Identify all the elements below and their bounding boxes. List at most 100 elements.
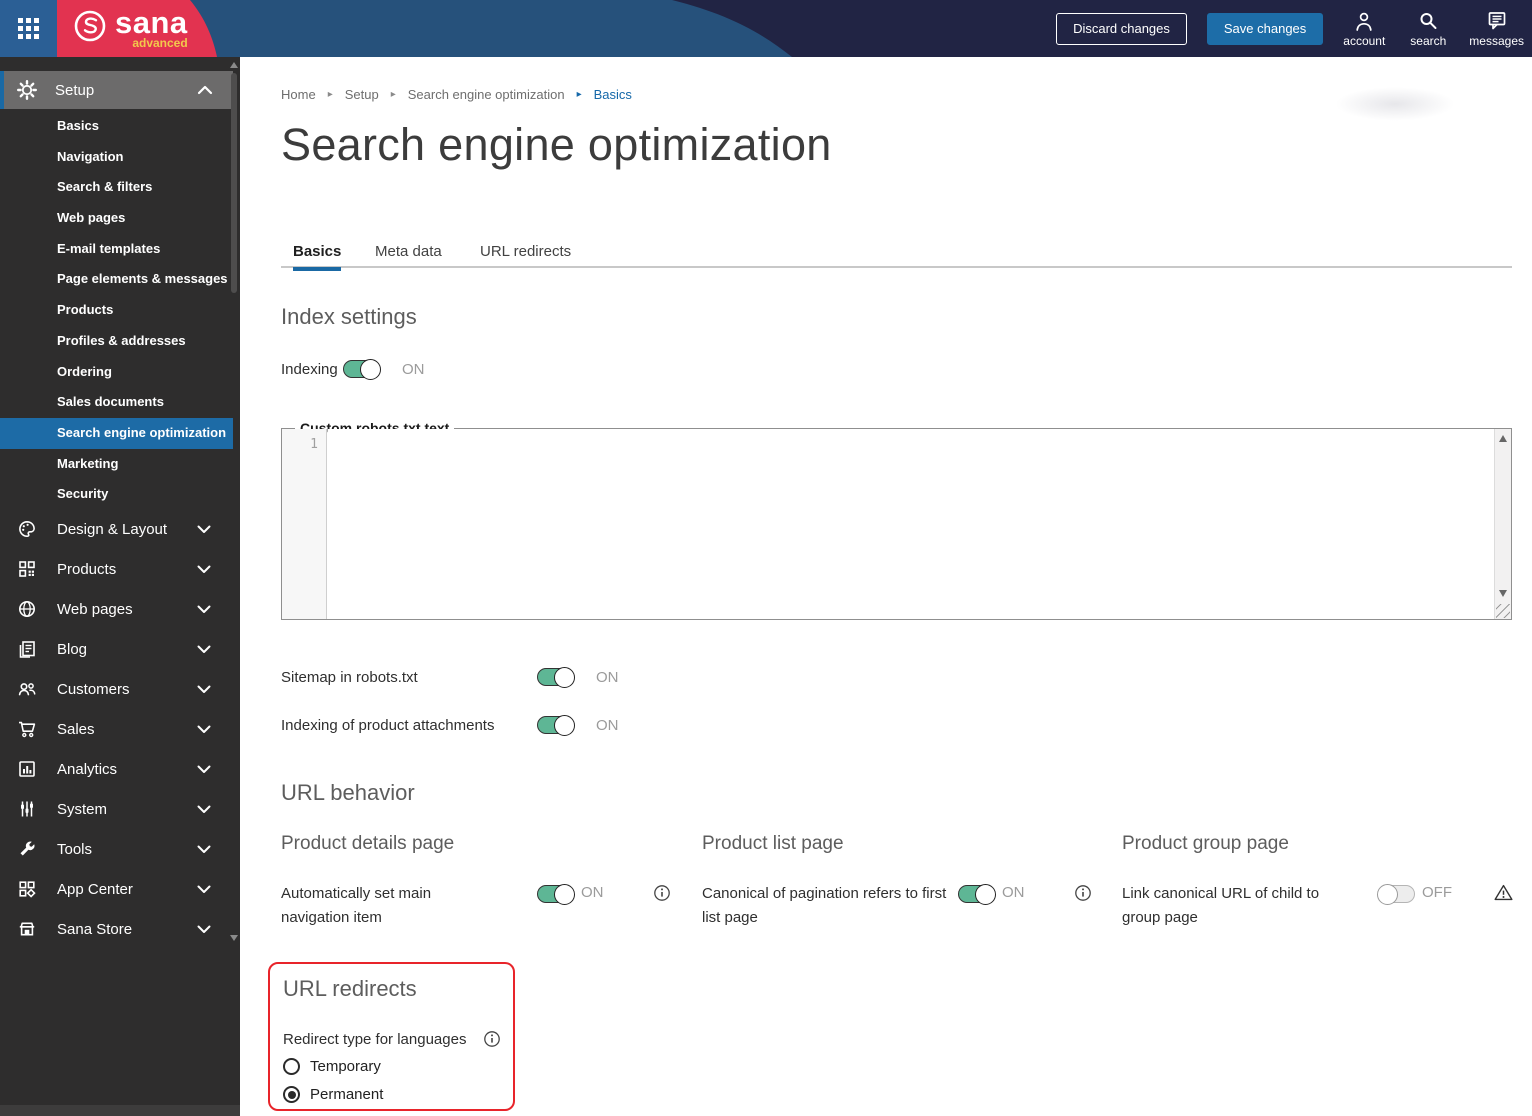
sidebar-horizontal-scrollbar[interactable] [0, 1105, 240, 1116]
messages-label: messages [1469, 33, 1524, 48]
sidebar-section-label: Web pages [57, 600, 133, 618]
link-canonical-toggle[interactable] [1377, 883, 1415, 905]
info-icon[interactable] [1074, 884, 1092, 902]
breadcrumb-separator-icon: ▸ [327, 89, 333, 100]
breadcrumb-basics[interactable]: Basics [594, 87, 632, 102]
toggle-knob [360, 358, 381, 380]
account-button[interactable]: account [1341, 10, 1387, 48]
sidebar-item-profiles-addresses[interactable]: Profiles & addresses [0, 326, 233, 357]
sidebar-section-analytics[interactable]: Analytics [0, 749, 233, 789]
search-button[interactable]: search [1405, 10, 1451, 48]
breadcrumb-seo[interactable]: Search engine optimization [408, 87, 565, 102]
sidebar-section-products[interactable]: Products [0, 549, 233, 589]
chevron-down-icon [197, 565, 211, 573]
radio-button-checked-icon [283, 1086, 300, 1103]
sidebar-item-sales-documents[interactable]: Sales documents [0, 387, 233, 418]
sidebar-item-navigation[interactable]: Navigation [0, 142, 233, 173]
sidebar-section-sana-store[interactable]: Sana Store [0, 909, 233, 949]
attachments-toggle[interactable] [537, 714, 575, 736]
sidebar-item-search-filters[interactable]: Search & filters [0, 172, 233, 203]
chevron-down-icon [197, 845, 211, 853]
sidebar-section-setup[interactable]: Setup [0, 71, 233, 109]
brand-name: sana [115, 5, 188, 40]
sidebar-section-app-center[interactable]: App Center [0, 869, 233, 909]
setting-state: OFF [1422, 884, 1452, 901]
sidebar-item-web-pages[interactable]: Web pages [0, 203, 233, 234]
setting-state: ON [581, 884, 604, 901]
sidebar-item-email-templates[interactable]: E-mail templates [0, 234, 233, 265]
discard-changes-button[interactable]: Discard changes [1056, 12, 1187, 45]
sidebar-section-web-pages[interactable]: Web pages [0, 589, 233, 629]
sidebar-section-label: Tools [57, 840, 93, 858]
sidebar-section-blog[interactable]: Blog [0, 629, 233, 669]
main-content: Home ▸ Setup ▸ Search engine optimizatio… [240, 57, 1532, 1116]
warning-icon[interactable] [1494, 884, 1513, 901]
line-number-gutter: 1 [282, 429, 327, 619]
sidebar-item-products[interactable]: Products [0, 295, 233, 326]
radio-label: Temporary [310, 1058, 381, 1075]
toggle-hover-shadow [1335, 87, 1455, 121]
setting-label: Canonical of pagination refers to first … [702, 885, 947, 926]
indexing-setting-row: Indexing ON [281, 358, 425, 380]
account-label: account [1343, 33, 1386, 48]
radio-permanent[interactable]: Permanent [283, 1086, 383, 1103]
blog-icon [17, 639, 37, 659]
breadcrumb-separator-icon: ▸ [576, 89, 582, 100]
sidebar-section-design-layout[interactable]: Design & Layout [0, 509, 233, 549]
sidebar-item-ordering[interactable]: Ordering [0, 357, 233, 388]
redirect-type-label: Redirect type for languages [283, 1030, 467, 1048]
sidebar-scrollbar-thumb[interactable] [231, 73, 237, 293]
toggle-knob [1377, 883, 1398, 905]
breadcrumb-setup[interactable]: Setup [345, 87, 379, 102]
app-center-icon [17, 879, 37, 899]
store-icon [17, 919, 37, 939]
messages-button[interactable]: messages [1469, 10, 1524, 48]
resize-grip-icon[interactable] [1496, 604, 1510, 618]
breadcrumb: Home ▸ Setup ▸ Search engine optimizatio… [281, 87, 632, 102]
chevron-down-icon [197, 645, 211, 653]
index-settings-heading: Index settings [281, 304, 417, 329]
auto-main-nav-setting: Automatically set main navigation item O… [281, 882, 701, 932]
sidebar-item-security[interactable]: Security [0, 479, 233, 510]
attachments-state: ON [596, 716, 619, 734]
chevron-down-icon [197, 765, 211, 773]
scrollbar-up-icon[interactable] [1499, 435, 1507, 442]
canonical-pagination-toggle[interactable] [958, 883, 996, 905]
sidebar-item-search-engine-optimization[interactable]: Search engine optimization [0, 417, 233, 449]
messages-icon [1488, 11, 1505, 29]
toggle-knob [554, 714, 575, 736]
radio-temporary[interactable]: Temporary [283, 1058, 381, 1075]
gear-icon [17, 80, 37, 100]
sidebar-item-marketing[interactable]: Marketing [0, 449, 233, 480]
sidebar-setup-label: Setup [55, 81, 95, 99]
chevron-down-icon [197, 685, 211, 693]
tab-url-redirects[interactable]: URL redirects [480, 243, 571, 267]
page-title: Search engine optimization [281, 119, 832, 170]
sidebar-section-tools[interactable]: Tools [0, 829, 233, 869]
indexing-toggle[interactable] [343, 358, 381, 380]
sidebar-item-page-elements[interactable]: Page elements & messages [0, 264, 233, 295]
editor-scrollbar[interactable] [1494, 429, 1511, 619]
sidebar-section-system[interactable]: System [0, 789, 233, 829]
breadcrumb-home[interactable]: Home [281, 87, 316, 102]
sidebar-scrollbar-down-icon[interactable] [230, 935, 238, 941]
tab-bar-divider [281, 266, 1512, 268]
sidebar-scrollbar-up-icon[interactable] [230, 62, 238, 68]
top-bar: sana advanced Discard changes Save chang… [0, 0, 1532, 57]
scrollbar-down-icon[interactable] [1499, 590, 1507, 597]
sidebar-item-basics[interactable]: Basics [0, 111, 233, 142]
tab-meta-data[interactable]: Meta data [375, 243, 442, 267]
info-icon[interactable] [483, 1030, 501, 1048]
app-launcher-button[interactable] [0, 0, 57, 57]
auto-main-nav-toggle[interactable] [537, 883, 575, 905]
sitemap-toggle[interactable] [537, 666, 575, 688]
tab-basics[interactable]: Basics [293, 243, 342, 271]
info-icon[interactable] [653, 884, 671, 902]
save-changes-button[interactable]: Save changes [1206, 12, 1324, 45]
chevron-down-icon [197, 725, 211, 733]
sidebar-section-sales[interactable]: Sales [0, 709, 233, 749]
url-behavior-heading: URL behavior [281, 780, 415, 805]
robots-txt-editor[interactable] [328, 429, 1494, 619]
custom-robots-fieldset: Custom robots.txt text 1 [281, 420, 1512, 620]
sidebar-section-customers[interactable]: Customers [0, 669, 233, 709]
